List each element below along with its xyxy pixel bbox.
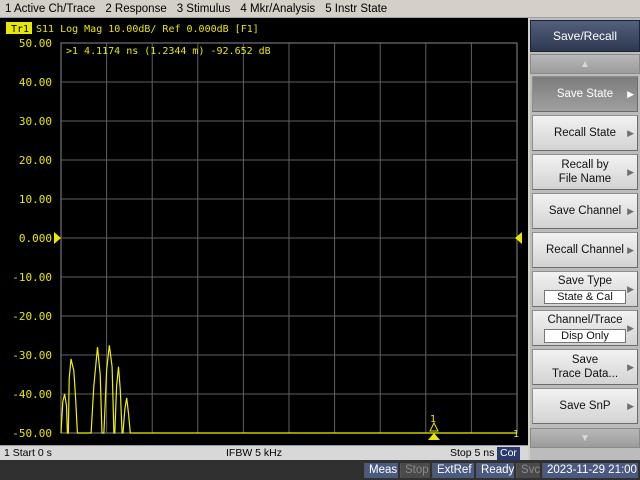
start-value: 1 Start 0 s: [4, 447, 52, 459]
softkey-label: Recall Channel: [546, 244, 624, 256]
chevron-right-icon: ▶: [627, 401, 634, 411]
softkey-save-state[interactable]: Save State ▶: [532, 76, 638, 112]
chevron-right-icon: ▶: [627, 323, 634, 333]
chevron-right-icon: ▶: [627, 284, 634, 294]
y-tick-label: 0.000: [19, 232, 52, 245]
menu-stimulus[interactable]: 3 Stimulus: [172, 0, 236, 18]
marker-1[interactable]: 1: [428, 414, 440, 440]
status-extref: ExtRef: [432, 463, 474, 478]
y-tick-label: -40.00: [12, 388, 52, 401]
ref-level-right-arrow: [515, 232, 522, 244]
cor-badge: Cor: [497, 447, 520, 460]
chevron-right-icon: ▶: [627, 206, 634, 216]
marker-readout: >1 4.1174 ns (1.2344 m) -92.652 dB: [66, 46, 271, 57]
y-tick-label: -10.00: [12, 271, 52, 284]
status-meas: Meas: [364, 463, 398, 478]
softkey-label-line2: Trace Data...: [551, 368, 619, 380]
menu-active-ch-trace[interactable]: 1 Active Ch/Trace: [0, 0, 100, 18]
menu-mkr-analysis[interactable]: 4 Mkr/Analysis: [235, 0, 320, 18]
chevron-right-icon: ▶: [627, 89, 634, 99]
softkey-label: Save State: [556, 88, 614, 100]
y-axis-ticks: 50.00 40.00 30.00 20.00 10.00 0.000 -10.00 -20.…: [12, 37, 52, 440]
chevron-up-icon: ▲: [580, 58, 590, 70]
trace-header: Tr1 S11 Log Mag 10.00dB/ Ref 0.000dB [F1…: [6, 22, 259, 35]
softkey-recall-state[interactable]: Recall State ▶: [532, 115, 638, 151]
y-tick-label: 50.00: [19, 37, 52, 50]
status-ready: Ready: [476, 463, 514, 478]
y-tick-label: 30.00: [19, 115, 52, 128]
softkey-label-line2: File Name: [558, 173, 612, 185]
status-datetime: 2023-11-29 21:00: [542, 463, 638, 478]
softkey-panel: Save/Recall ▲ Save State ▶ Recall State ▶ Re…: [530, 18, 640, 460]
scroll-down-button[interactable]: ▼: [530, 428, 640, 448]
trace-plot: 50.00 40.00 30.00 20.00 10.00 0.000 -10.00 -20.…: [6, 22, 522, 440]
softkey-label: Save Type: [557, 275, 613, 287]
status-svc: Svc: [516, 463, 540, 478]
softkey-recall-channel[interactable]: Recall Channel ▶: [532, 232, 638, 268]
y-tick-label: 20.00: [19, 154, 52, 167]
y-tick-label: -30.00: [12, 349, 52, 362]
y-tick-label: -20.00: [12, 310, 52, 323]
softkey-label: Recall State: [553, 127, 616, 139]
softkey-label: Recall by: [561, 159, 609, 171]
softkey-value: State & Cal: [544, 290, 626, 304]
softkey-title[interactable]: Save/Recall: [530, 20, 640, 52]
y-tick-label: -50.00: [12, 427, 52, 440]
softkey-recall-by-file-name[interactable]: Recall by File Name ▶: [532, 154, 638, 190]
chevron-right-icon: ▶: [627, 128, 634, 138]
scroll-up-button[interactable]: ▲: [530, 54, 640, 74]
ifbw-value: IFBW 5 kHz: [226, 447, 283, 459]
softkey-channel-trace[interactable]: Channel/Trace Disp Only ▶: [532, 310, 638, 346]
softkey-label: Save: [571, 354, 599, 366]
stop-value: Stop 5 ns: [450, 447, 495, 459]
marker-triangle: [428, 433, 440, 440]
softkey-value: Disp Only: [544, 329, 626, 343]
status-bar: Meas Stop ExtRef Ready Svc 2023-11-29 21…: [0, 460, 640, 480]
measurement-display: 50.00 40.00 30.00 20.00 10.00 0.000 -10.00 -20.…: [0, 18, 528, 445]
softkey-label: Save SnP: [559, 400, 611, 412]
ref-level-left-arrow: [54, 232, 61, 244]
menu-response[interactable]: 2 Response: [100, 0, 171, 18]
chevron-right-icon: ▶: [627, 167, 634, 177]
softkey-save-type[interactable]: Save Type State & Cal ▶: [532, 271, 638, 307]
y-tick-label: 10.00: [19, 193, 52, 206]
menu-bar: 1 Active Ch/Trace 2 Response 3 Stimulus …: [0, 0, 640, 18]
channel-info-bar: 1 Start 0 s IFBW 5 kHz Stop 5 ns Cor: [0, 445, 528, 460]
y-tick-label: 40.00: [19, 76, 52, 89]
softkey-label: Save Channel: [548, 205, 622, 217]
plot-grid: [60, 42, 518, 434]
marker-number: 1: [430, 414, 436, 425]
status-stop: Stop: [400, 463, 430, 478]
softkey-save-snp[interactable]: Save SnP ▶: [532, 388, 638, 424]
softkey-label: Channel/Trace: [547, 314, 623, 326]
chevron-right-icon: ▶: [627, 362, 634, 372]
menu-instr-state[interactable]: 5 Instr State: [320, 0, 392, 18]
trace-label: Tr1: [11, 24, 29, 35]
softkey-save-channel[interactable]: Save Channel ▶: [532, 193, 638, 229]
trace-header-text: S11 Log Mag 10.00dB/ Ref 0.000dB [F1]: [36, 24, 259, 35]
softkey-save-trace-data[interactable]: Save Trace Data... ▶: [532, 349, 638, 385]
channel-end-label: 1: [513, 429, 519, 440]
chevron-down-icon: ▼: [580, 432, 590, 444]
chevron-right-icon: ▶: [627, 245, 634, 255]
